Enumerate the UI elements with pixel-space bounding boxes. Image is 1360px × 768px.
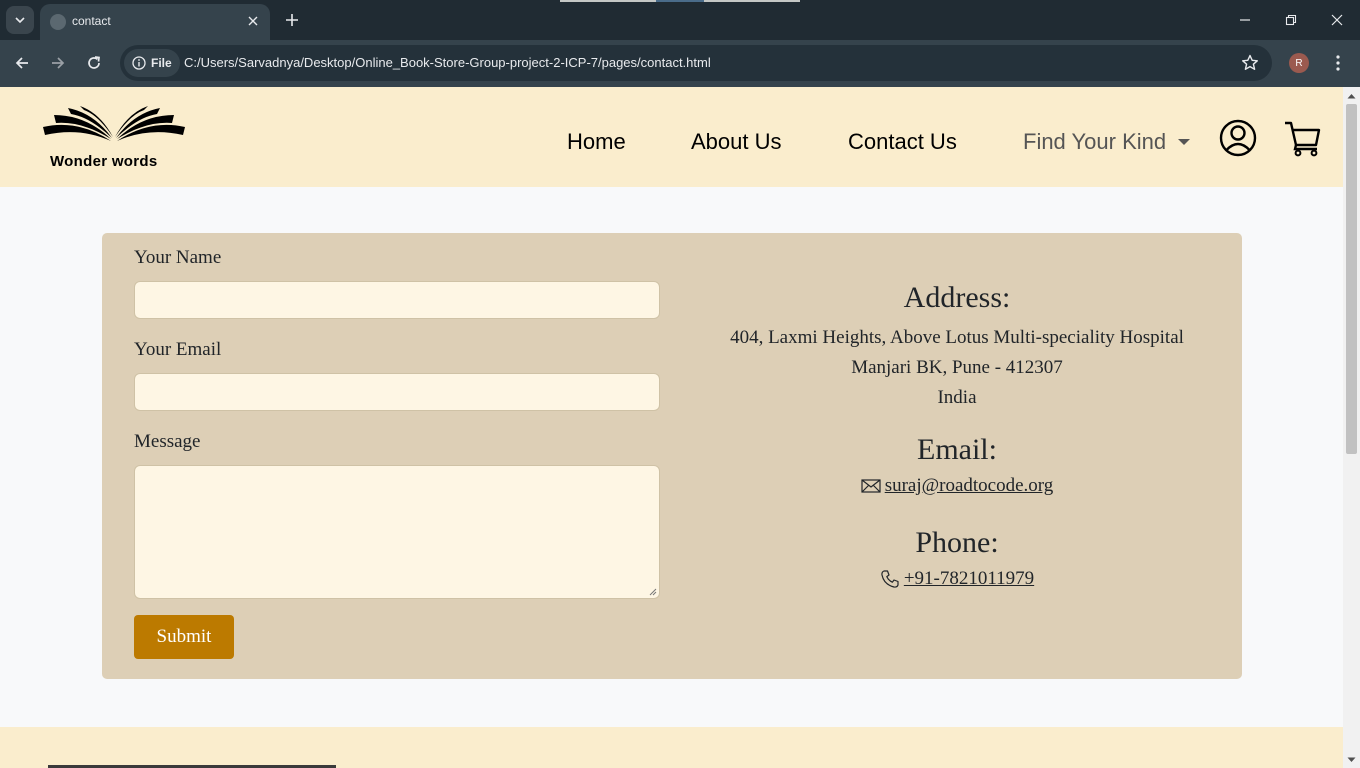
email-block: Email: suraj@roadtocode.org <box>702 433 1212 498</box>
close-window-button[interactable] <box>1323 6 1351 34</box>
reload-button[interactable] <box>81 50 107 76</box>
arrow-left-icon <box>15 57 28 69</box>
envelope-icon <box>861 479 881 493</box>
phone-icon <box>881 570 899 588</box>
phone-link[interactable]: +91-7821011979 <box>880 568 1034 590</box>
plus-icon <box>286 14 298 26</box>
nav-home[interactable]: Home <box>567 129 626 155</box>
page-viewport: Wonder words Home About Us Contact Us Fi… <box>0 87 1343 768</box>
address-line-1: 404, Laxmi Heights, Above Lotus Multi-sp… <box>730 327 1184 348</box>
footer-strip <box>0 727 1343 768</box>
scrollbar-thumb[interactable] <box>1346 104 1357 454</box>
reload-icon <box>88 56 100 69</box>
more-vertical-icon <box>1336 55 1340 71</box>
address-line-2: Manjari BK, Pune - 412307 <box>851 357 1063 378</box>
nav-about-us[interactable]: About Us <box>691 129 782 155</box>
user-account-icon[interactable] <box>1218 118 1258 158</box>
caret-down-icon[interactable] <box>1178 139 1190 145</box>
restore-icon <box>1285 14 1297 26</box>
tab-loading-indicator <box>560 0 800 2</box>
page-scrollbar[interactable] <box>1343 87 1360 768</box>
site-header: Wonder words Home About Us Contact Us Fi… <box>0 87 1343 187</box>
address-bar[interactable]: File C:/Users/Sarvadnya/Desktop/Online_B… <box>120 45 1272 81</box>
info-icon <box>132 56 146 70</box>
address-heading: Address: <box>903 281 1011 314</box>
address-block: Address: 404, Laxmi Heights, Above Lotus… <box>702 281 1212 413</box>
phone-block: Phone: +91-7821011979 <box>702 526 1212 594</box>
url-text[interactable]: C:/Users/Sarvadnya/Desktop/Online_Book-S… <box>184 55 711 70</box>
minimize-button[interactable] <box>1231 6 1259 34</box>
browser-menu-button[interactable] <box>1328 52 1348 74</box>
resize-grip-icon[interactable] <box>649 588 657 596</box>
shopping-cart-icon[interactable] <box>1282 119 1322 157</box>
email-heading: Email: <box>917 433 997 466</box>
browser-toolbar: File C:/Users/Sarvadnya/Desktop/Online_B… <box>0 40 1360 87</box>
forward-button[interactable] <box>45 50 71 76</box>
file-label: File <box>151 56 172 70</box>
star-icon[interactable] <box>1240 53 1260 73</box>
close-icon <box>248 16 258 26</box>
tab-search-button[interactable] <box>6 6 34 34</box>
message-label: Message <box>134 431 201 452</box>
email-value[interactable]: suraj@roadtocode.org <box>885 475 1054 497</box>
contact-card: Your Name Your Email Message Submit Addr… <box>102 233 1242 679</box>
tab-title: contact <box>72 14 111 28</box>
restore-button[interactable] <box>1277 6 1305 34</box>
phone-value[interactable]: +91-7821011979 <box>904 568 1034 590</box>
name-label: Your Name <box>134 247 222 268</box>
scroll-down-arrow-icon[interactable] <box>1347 755 1356 764</box>
arrow-right-icon <box>52 57 65 69</box>
new-tab-button[interactable] <box>280 8 304 32</box>
profile-avatar[interactable]: R <box>1289 53 1309 73</box>
email-input[interactable] <box>134 373 660 411</box>
name-input[interactable] <box>134 281 660 319</box>
close-icon <box>1331 14 1343 26</box>
nav-find-your-kind-dropdown[interactable]: Find Your Kind <box>1023 129 1166 155</box>
scroll-up-arrow-icon[interactable] <box>1347 91 1356 100</box>
logo-text[interactable]: Wonder words <box>50 153 158 170</box>
tab-close-button[interactable] <box>244 12 262 30</box>
submit-button[interactable]: Submit <box>134 615 234 659</box>
globe-icon <box>50 14 66 30</box>
browser-tab[interactable]: contact <box>40 4 270 40</box>
browser-tabstrip: contact <box>0 0 1360 40</box>
email-link[interactable]: suraj@roadtocode.org <box>861 475 1054 497</box>
address-line-3: India <box>937 387 977 408</box>
back-button[interactable] <box>9 50 35 76</box>
phone-heading: Phone: <box>915 526 999 559</box>
message-textarea[interactable] <box>134 465 660 599</box>
site-info-chip[interactable]: File <box>124 49 180 77</box>
minimize-icon <box>1240 19 1250 21</box>
nav-contact-us[interactable]: Contact Us <box>848 129 957 155</box>
chevron-down-icon <box>15 17 25 24</box>
email-label: Your Email <box>134 339 222 360</box>
